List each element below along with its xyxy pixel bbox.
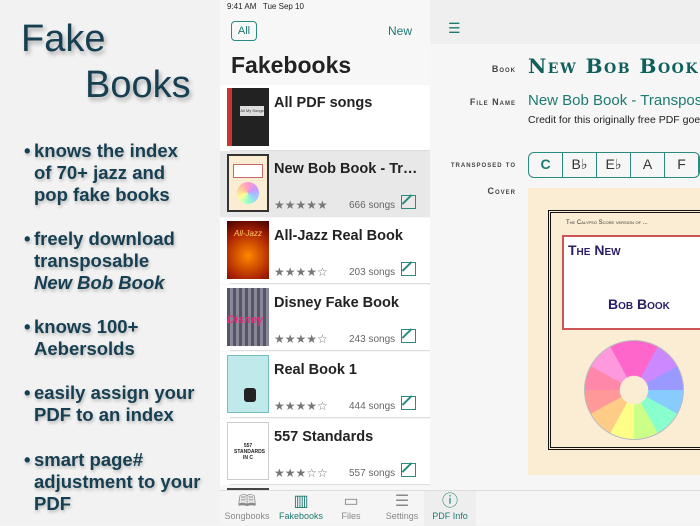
list-item[interactable]: All-Jazz All-Jazz Real Book ★★★★☆ 203 so…: [220, 218, 430, 284]
list-item[interactable]: All My Songs All PDF songs: [220, 85, 430, 151]
book-name: 557 Standards: [274, 429, 374, 445]
credit-text: Credit for this originally free PDF goes…: [528, 114, 700, 126]
rating-stars: ★★★★☆: [274, 332, 328, 346]
rating-stars: ★★★★☆: [274, 265, 328, 279]
detail-toolbar: ☰: [430, 0, 700, 44]
book-cover: [227, 154, 269, 212]
book-open-icon: 🕮: [237, 493, 257, 510]
key-eflat-button[interactable]: E♭: [597, 153, 631, 177]
status-bar: 9:41 AM Tue Sep 10: [227, 2, 304, 11]
song-count: 444 songs: [349, 401, 396, 412]
edit-icon[interactable]: [401, 396, 416, 410]
folder-icon: ▭: [343, 493, 359, 510]
settings-list-icon: ☰: [394, 493, 410, 510]
rating-stars: ★★★★★: [274, 198, 328, 212]
edit-icon[interactable]: [401, 463, 416, 477]
cover-label: Cover: [487, 186, 516, 196]
book-cover: Disney: [227, 288, 269, 346]
promo-bullet: • knows 100+ Aebersolds: [24, 316, 139, 359]
book-cover: [227, 355, 269, 413]
promo-title-line1: Fake: [21, 18, 106, 60]
tab-pdf-info[interactable]: ⓘ PDF Info: [424, 491, 476, 526]
book-cover: All My Songs: [227, 88, 269, 146]
key-c-button[interactable]: C: [529, 153, 563, 177]
book-name: All-Jazz Real Book: [274, 228, 403, 244]
file-name-label: File Name: [469, 97, 516, 107]
edit-icon[interactable]: [401, 329, 416, 343]
tab-settings[interactable]: ☰ Settings: [376, 491, 428, 521]
promo-panel: Fake Books • knows the index of 70+ jazz …: [0, 0, 220, 525]
song-count: 557 songs: [349, 468, 396, 479]
book-label: Book: [491, 64, 516, 74]
new-button[interactable]: New: [388, 24, 412, 38]
fakebook-list-panel: 9:41 AM Tue Sep 10 All New Fakebooks All…: [220, 0, 430, 525]
info-icon: ⓘ: [441, 493, 458, 510]
key-selector: C B♭ E♭ A F: [528, 152, 700, 178]
cover-image: The Calypso Score version of ... The New…: [528, 188, 700, 475]
edit-icon[interactable]: [401, 262, 416, 276]
book-cover: 557 STANDARDS IN C: [227, 422, 269, 480]
list-item[interactable]: Disney Disney Fake Book ★★★★☆ 243 songs: [220, 285, 430, 351]
promo-bullet: • smart page# adjustment to your PDF: [24, 449, 201, 514]
edit-icon[interactable]: [401, 195, 416, 209]
key-a-button[interactable]: A: [631, 153, 665, 177]
list-item[interactable]: 557 STANDARDS IN C 557 Standards ★★★☆☆ 5…: [220, 419, 430, 485]
book-name: Real Book 1: [274, 362, 357, 378]
list-item[interactable]: Real Book 1 ★★★★☆ 444 songs: [220, 352, 430, 418]
page-title: Fakebooks: [231, 52, 352, 78]
promo-bullet: • freely download transposable New Bob Boo…: [24, 228, 175, 293]
key-f-button[interactable]: F: [665, 153, 699, 177]
hamburger-menu-icon[interactable]: ☰: [448, 20, 461, 37]
song-count: 203 songs: [349, 267, 396, 278]
promo-title-line2: Books: [85, 64, 191, 106]
file-name-value[interactable]: New Bob Book - Transposable: [528, 92, 700, 109]
tab-files[interactable]: ▭ Files: [325, 491, 377, 521]
pdf-info-panel: ☰ Book New Bob Book File Name New Bob Bo…: [430, 0, 700, 490]
tab-bar: 🕮 Songbooks ▥ Fakebooks ▭ Files ☰ Settings ⓘ…: [220, 490, 700, 526]
book-name: Disney Fake Book: [274, 295, 399, 311]
book-value: New Bob Book: [528, 54, 699, 78]
rating-stars: ★★★☆☆: [274, 466, 328, 480]
book-name: New Bob Book - Transposable: [274, 161, 424, 177]
books-icon: ▥: [293, 493, 309, 510]
all-filter-button[interactable]: All: [231, 21, 257, 41]
promo-bullet: • knows the index of 70+ jazz and pop fak…: [24, 140, 178, 205]
tab-songbooks[interactable]: 🕮 Songbooks: [221, 491, 273, 521]
tab-fakebooks[interactable]: ▥ Fakebooks: [275, 491, 327, 521]
transposed-label: transposed to: [450, 160, 516, 169]
book-cover: All-Jazz: [227, 221, 269, 279]
song-count: 243 songs: [349, 334, 396, 345]
promo-bullet: • easily assign your PDF to an index: [24, 382, 195, 425]
song-count: 666 songs: [349, 200, 396, 211]
list-item[interactable]: New Bob Book - Transposable ★★★★★ 666 so…: [220, 151, 430, 217]
book-name: All PDF songs: [274, 95, 373, 111]
key-bflat-button[interactable]: B♭: [563, 153, 597, 177]
rating-stars: ★★★★☆: [274, 399, 328, 413]
